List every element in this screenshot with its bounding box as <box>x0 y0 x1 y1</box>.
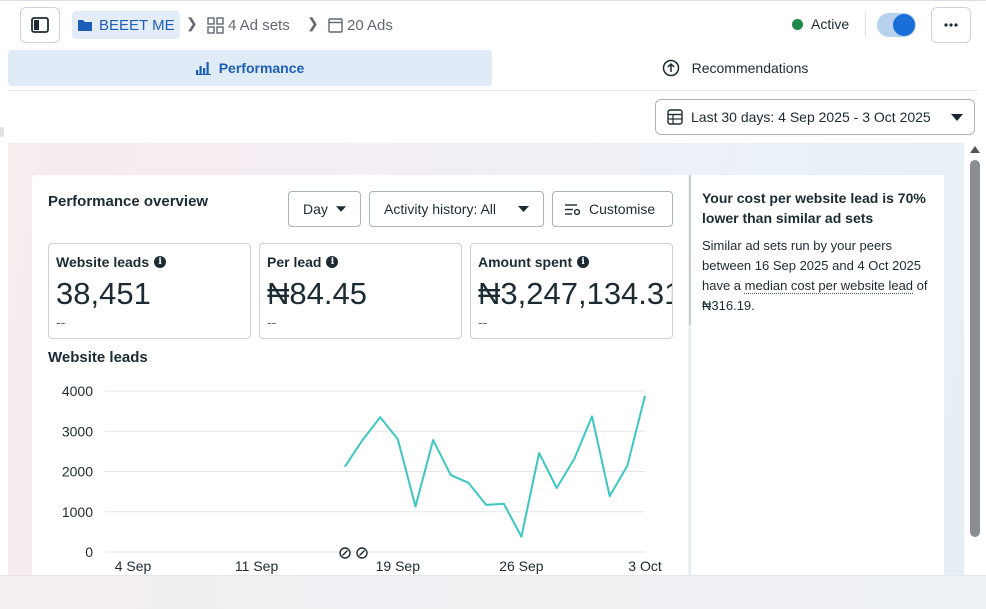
info-icon[interactable]: i <box>326 256 339 268</box>
x-tick-label: 26 Sep <box>499 558 544 574</box>
metric-label: Per lead i <box>267 254 339 270</box>
folder-icon <box>78 20 92 31</box>
metric-delta: -- <box>267 314 277 330</box>
series-line <box>344 395 646 538</box>
insight-body: Similar ad sets run by your peers betwee… <box>702 236 928 316</box>
activity-history-dropdown[interactable]: Activity history: All <box>369 191 544 227</box>
insight-panel <box>690 175 944 575</box>
breadcrumb-campaign-label: BEEET ME <box>99 16 175 34</box>
metric-per-lead[interactable]: Per lead i ₦84.45 -- <box>259 243 462 339</box>
tab-recommendations-label: Recommendations <box>691 60 809 76</box>
divider <box>8 90 978 91</box>
delivery-status: Active <box>792 16 849 32</box>
metric-value: 38,451 <box>56 276 151 311</box>
scrollbar-thumb[interactable] <box>970 160 980 537</box>
activity-history-label: Activity history: All <box>384 201 497 217</box>
date-range-label: Last 30 days: 4 Sep 2025 - 3 Oct 2025 <box>691 109 931 125</box>
info-icon[interactable]: i <box>154 256 167 268</box>
overview-title: Performance overview <box>48 193 209 210</box>
card-scrollbar[interactable] <box>689 175 691 325</box>
median-cost-link[interactable]: median cost per website lead <box>745 278 913 293</box>
left-edge-handle <box>0 127 4 137</box>
y-tick-label: 4000 <box>62 383 93 399</box>
metric-label-text: Amount spent <box>478 254 573 270</box>
status-dot-icon <box>792 18 803 30</box>
metric-label-text: Website leads <box>56 254 150 270</box>
date-range-picker[interactable]: Last 30 days: 4 Sep 2025 - 3 Oct 2025 <box>655 99 975 135</box>
website-leads-chart: 0 1000 2000 3000 4000 4 Sep 11 Sep 19 Sep 26 Sep… <box>62 383 662 574</box>
metric-label-text: Per lead <box>267 254 322 270</box>
customise-label: Customise <box>589 201 656 217</box>
y-tick-label: 3000 <box>62 423 93 439</box>
metric-label: Website leads i <box>56 254 167 270</box>
y-tick-label: 1000 <box>62 504 93 520</box>
status-label: Active <box>811 16 850 32</box>
tab-performance[interactable]: Performance <box>8 50 492 86</box>
granularity-label: Day <box>303 201 328 217</box>
panel-icon <box>31 17 49 33</box>
y-tick-label: 0 <box>85 544 93 560</box>
breadcrumb-ads[interactable]: 20 Ads <box>328 11 393 39</box>
caret-down-icon <box>951 113 963 121</box>
more-options-button[interactable] <box>931 7 971 43</box>
upload-circle-icon <box>662 59 679 77</box>
bar-chart-icon <box>195 62 211 75</box>
scroll-up-arrow-icon[interactable] <box>970 146 980 153</box>
y-tick-label: 2000 <box>62 464 93 480</box>
chevron-right-icon: ❯ <box>307 15 319 31</box>
divider <box>865 13 866 37</box>
metric-delta: -- <box>478 314 488 330</box>
footer-strip <box>0 575 986 609</box>
metric-amount-spent[interactable]: Amount spent i ₦3,247,134.31 -- <box>470 243 673 339</box>
toggle-knob <box>893 14 915 36</box>
chart-title: Website leads <box>48 349 148 366</box>
settings-list-icon <box>565 203 581 215</box>
tab-performance-label: Performance <box>218 60 305 76</box>
customise-button[interactable]: Customise <box>552 191 673 227</box>
top-bar: BEEET ME ❯ 4 Ad sets ❯ 20 Ads Active <box>0 0 986 50</box>
status-toggle[interactable] <box>877 13 916 37</box>
insight-title: Your cost per website lead is 70% lower … <box>702 190 926 226</box>
x-tick-label: 3 Oct <box>628 558 662 574</box>
grid-icon <box>207 16 224 34</box>
info-icon[interactable]: i <box>577 256 590 268</box>
ad-icon <box>328 17 343 33</box>
metric-label: Amount spent i <box>478 254 590 270</box>
metric-delta: -- <box>56 314 66 330</box>
breadcrumb-campaign[interactable]: BEEET ME <box>72 11 180 39</box>
metric-value: ₦84.45 <box>267 276 367 311</box>
x-tick-label: 11 Sep <box>235 558 279 574</box>
calendar-table-icon <box>667 109 683 125</box>
x-tick-label: 4 Sep <box>115 558 152 574</box>
breadcrumb-ad-sets[interactable]: 4 Ad sets <box>207 11 290 39</box>
breadcrumb-ads-label: 20 Ads <box>347 16 393 34</box>
sidebar-toggle-button[interactable] <box>20 7 60 43</box>
granularity-dropdown[interactable]: Day <box>288 191 361 227</box>
caret-down-icon <box>335 206 346 212</box>
tab-recommendations[interactable]: Recommendations <box>492 50 978 86</box>
metric-value: ₦3,247,134.31 <box>478 276 673 311</box>
x-tick-label: 19 Sep <box>376 558 421 574</box>
ellipsis-icon <box>944 23 958 27</box>
chevron-right-icon: ❯ <box>186 15 198 31</box>
breadcrumb-ad-sets-label: 4 Ad sets <box>228 16 290 34</box>
metric-website-leads[interactable]: Website leads i 38,451 -- <box>48 243 251 339</box>
caret-down-icon <box>518 206 529 212</box>
